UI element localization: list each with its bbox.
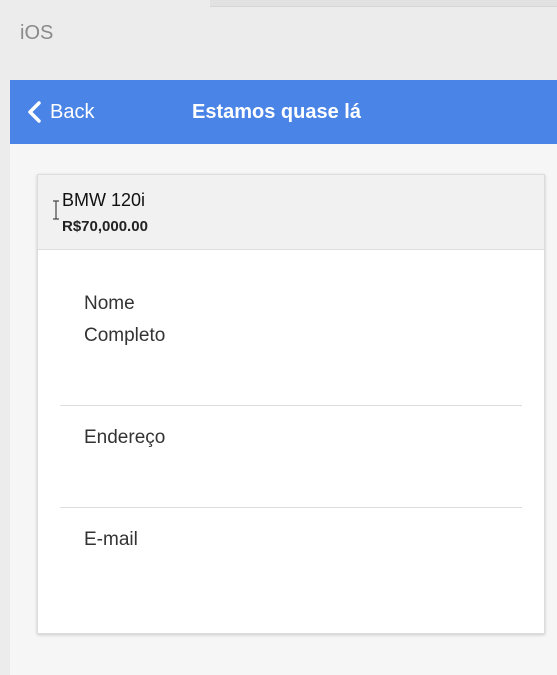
back-button[interactable]: Back [24,80,94,144]
platform-label: iOS [20,22,54,44]
order-card: BMW 120i R$70,000.00 Nome Completo Ender… [37,174,545,634]
navbar: Back Estamos quase lá [10,80,557,144]
page-title: Estamos quase lá [192,101,361,123]
address-label: Endereço [84,427,166,448]
email-input[interactable] [210,508,522,618]
device-screen: Back Estamos quase lá BMW 120i R$70,000.… [10,80,557,675]
product-header: BMW 120i R$70,000.00 [38,175,544,250]
text-cursor-icon [52,199,60,221]
top-divider [210,0,557,7]
full-name-field[interactable]: Nome Completo [60,250,522,406]
product-name: BMW 120i [62,190,146,210]
chevron-left-icon [24,100,44,124]
email-label: E-mail [84,529,138,550]
address-field[interactable]: Endereço [60,406,522,508]
product-price: R$70,000.00 [62,218,148,235]
full-name-label: Nome Completo [84,293,166,346]
page: iOS Back Estamos quase lá BMW 120i R$70,… [0,0,557,675]
back-label: Back [50,100,95,123]
address-input[interactable] [210,406,522,507]
full-name-input[interactable] [210,250,522,405]
email-field[interactable]: E-mail [60,508,522,618]
